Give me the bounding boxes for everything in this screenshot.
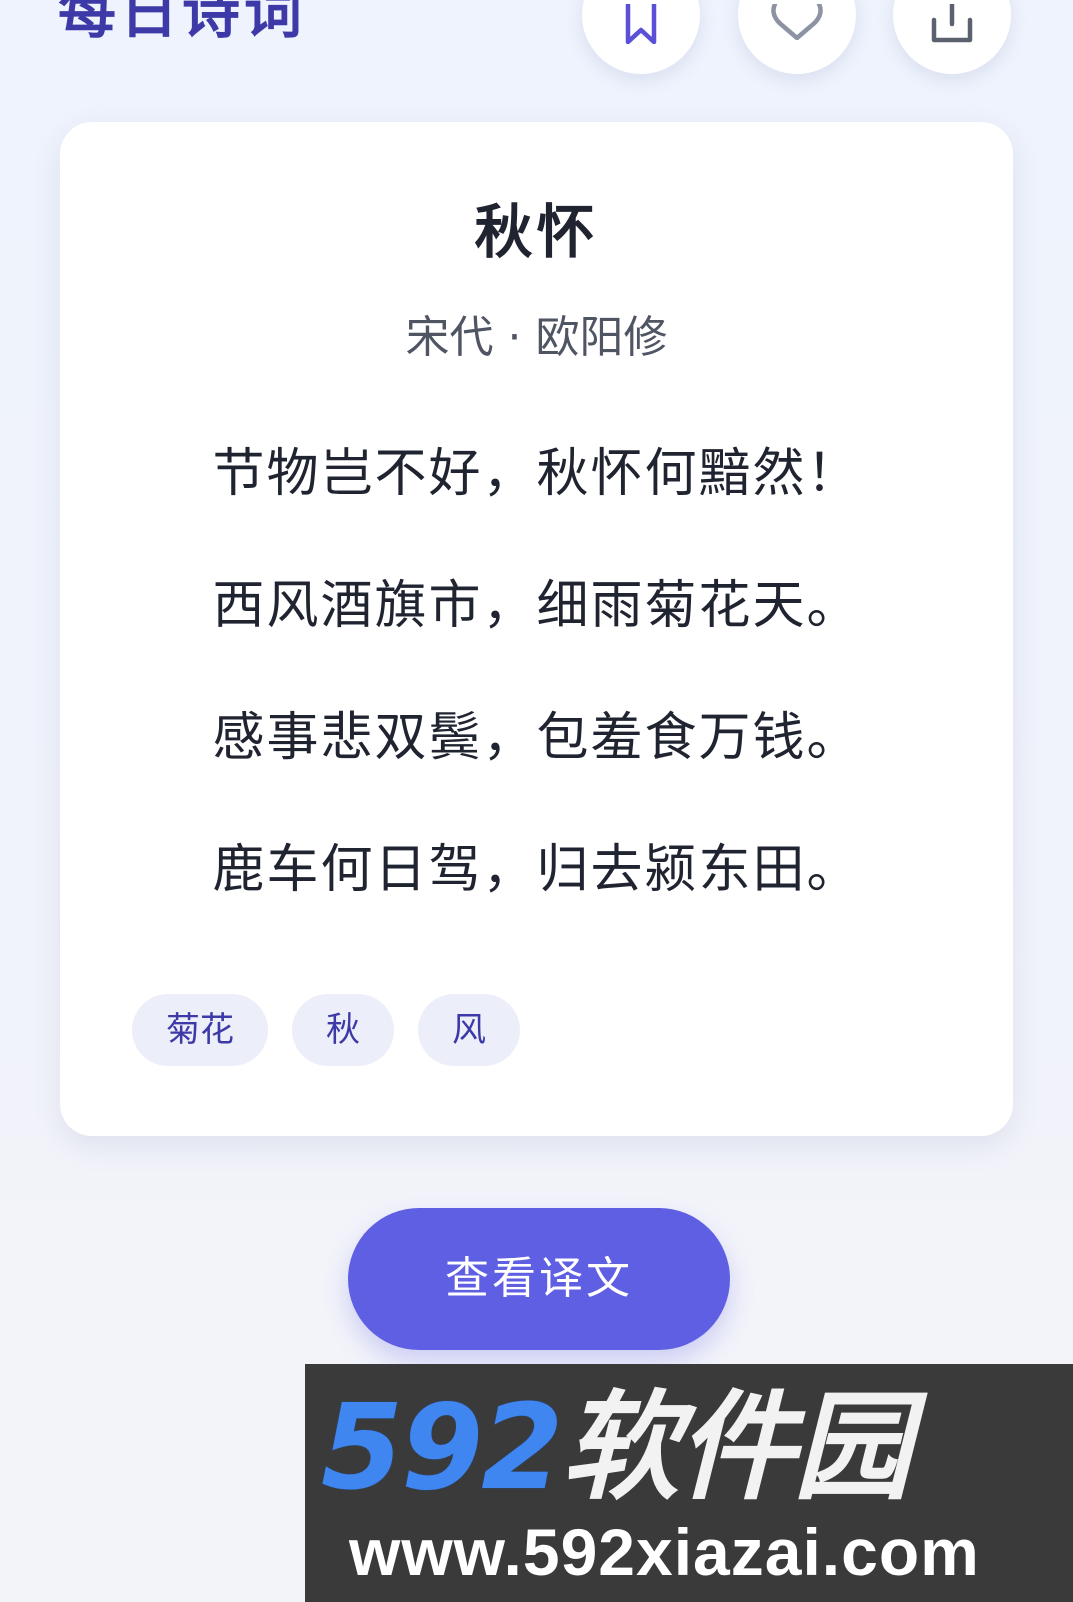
poem-title: 秋怀 [474, 198, 599, 266]
like-button[interactable] [738, 0, 856, 74]
poem-meta: 宋代 · 欧阳修 [60, 308, 1013, 368]
bookmark-button[interactable] [582, 0, 700, 74]
poem-lines: 节物岂不好，秋怀何黯然！ 西风酒旗市，细雨菊花天。 感事悲双鬓，包羞食万钱。 鹿… [60, 438, 1013, 966]
share-icon [931, 4, 973, 43]
share-button[interactable] [893, 0, 1011, 74]
tag-autumn[interactable]: 秋 [292, 994, 394, 1066]
app-title: 每日诗词 [58, 0, 307, 46]
poem-line: 西风酒旗市，细雨菊花天。 [212, 576, 861, 636]
watermark-url: www.592xiazai.com [349, 1515, 980, 1589]
poem-line: 感事悲双鬓，包羞食万钱。 [212, 708, 861, 768]
watermark-brand-text: 软件园 [561, 1378, 911, 1516]
view-translation-button[interactable]: 查看译文 [348, 1208, 730, 1350]
poem-card: 秋怀 宋代 · 欧阳修 节物岂不好，秋怀何黯然！ 西风酒旗市，细雨菊花天。 感事… [60, 122, 1013, 1136]
app-header: 每日诗词 [0, 0, 1073, 90]
heart-icon [771, 4, 823, 40]
watermark-logo: 592软件园 [321, 1382, 911, 1512]
poem-author: 欧阳修 [535, 312, 668, 363]
tag-wind[interactable]: 风 [418, 994, 520, 1066]
poem-line: 节物岂不好，秋怀何黯然！ [212, 444, 861, 504]
tag-list: 菊花 秋 风 [132, 994, 520, 1066]
bookmark-icon [625, 4, 657, 44]
poem-dynasty: 宋代 [405, 312, 494, 363]
watermark-brand-number: 592 [321, 1378, 563, 1516]
tag-chrysanthemum[interactable]: 菊花 [132, 994, 268, 1066]
watermark: 592软件园 www.592xiazai.com [305, 1364, 1073, 1602]
poem-line: 鹿车何日驾，归去颍东田。 [212, 840, 861, 900]
meta-separator: · [507, 312, 522, 363]
